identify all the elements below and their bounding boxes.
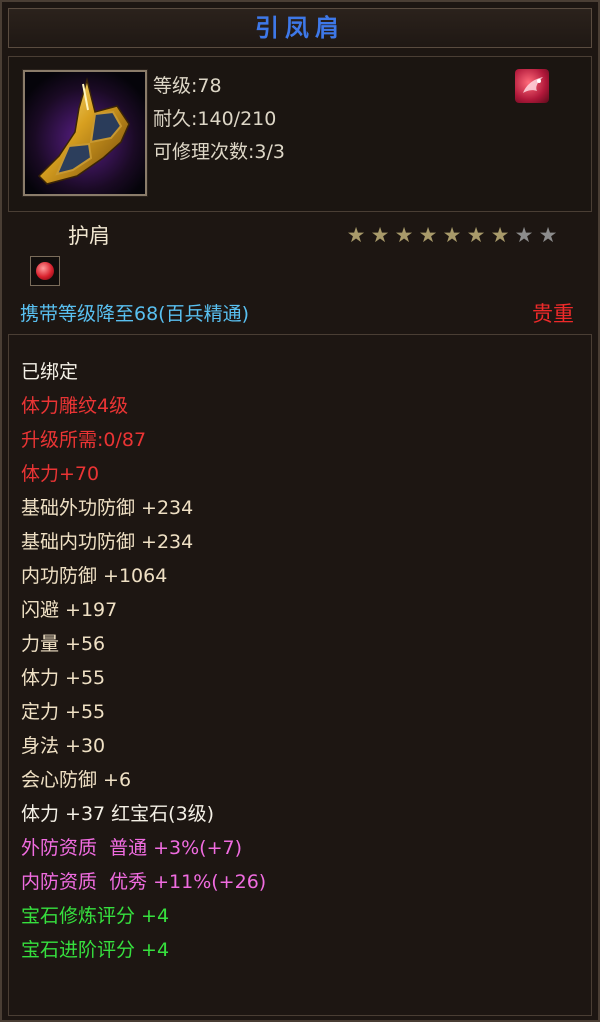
star-filled-icon: ★ xyxy=(394,223,414,247)
star-filled-icon: ★ xyxy=(370,223,390,247)
item-repair-count: 可修理次数:3/3 xyxy=(153,141,285,163)
attribute-line: 体力+70 xyxy=(21,463,100,485)
attribute-line: 力量 +56 xyxy=(21,633,106,655)
attribute-line: 宝石修炼评分 +4 xyxy=(21,905,170,927)
item-header: 等级:78 耐久:140/210 可修理次数:3/3 xyxy=(8,56,592,212)
star-filled-icon: ★ xyxy=(490,223,510,247)
attribute-line: 身法 +30 xyxy=(21,735,106,757)
star-filled-icon: ★ xyxy=(346,223,366,247)
star-filled-icon: ★ xyxy=(418,223,438,247)
attribute-line: 外防资质 普通 +3%(+7) xyxy=(21,837,243,859)
item-level: 等级:78 xyxy=(153,75,222,97)
gem-slot[interactable] xyxy=(30,256,60,286)
attribute-line: 内功防御 +1064 xyxy=(21,565,168,587)
attribute-line: 会心防御 +6 xyxy=(21,769,132,791)
attribute-line: 体力 +37 红宝石(3级) xyxy=(21,803,215,825)
attribute-line: 定力 +55 xyxy=(21,701,106,723)
attribute-line: 体力 +55 xyxy=(21,667,106,689)
attribute-line: 基础外功防御 +234 xyxy=(21,497,194,519)
item-tooltip-panel: 引凤肩 等级:78 耐久:140/210 可修理次数:3/3 护肩 ★ ★ ★ … xyxy=(0,0,600,1022)
item-name-title: 引凤肩 xyxy=(8,8,592,48)
attribute-line: 闪避 +197 xyxy=(21,599,118,621)
attribute-line: 宝石进阶评分 +4 xyxy=(21,939,170,961)
attribute-line: 基础内功防御 +234 xyxy=(21,531,194,553)
attribute-list: 已绑定体力雕纹4级 升级所需:0/87 体力+70 基础外功防御 +234 基础内功防御… xyxy=(8,334,592,1016)
ruby-gem-icon xyxy=(36,262,54,280)
star-filled-icon: ★ xyxy=(442,223,462,247)
carry-level-text: 携带等级降至68(百兵精通) xyxy=(20,303,250,325)
shoulder-armor-icon xyxy=(22,69,148,197)
star-empty-icon: ★ xyxy=(514,223,534,247)
attribute-line: 已绑定 xyxy=(21,361,79,383)
attribute-line: 体力雕纹4级 xyxy=(21,395,129,417)
attribute-line: 内防资质 优秀 +11%(+26) xyxy=(21,871,267,893)
item-durability: 耐久:140/210 xyxy=(153,108,277,130)
star-rating: ★ ★ ★ ★ ★ ★ ★ ★ ★ xyxy=(344,223,560,247)
rarity-label: 贵重 xyxy=(532,302,574,326)
item-type-label: 护肩 xyxy=(68,224,110,248)
star-filled-icon: ★ xyxy=(466,223,486,247)
star-empty-icon: ★ xyxy=(538,223,558,247)
attribute-line: 升级所需:0/87 xyxy=(21,429,147,451)
dragon-emblem-icon xyxy=(515,69,549,103)
